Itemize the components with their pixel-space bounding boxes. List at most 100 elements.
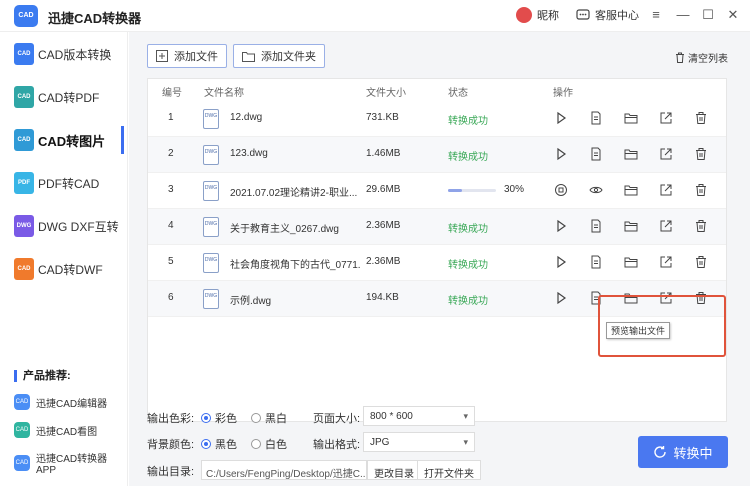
- external-link-icon[interactable]: [658, 147, 674, 163]
- color-radio-color[interactable]: 彩色: [201, 410, 237, 426]
- row-num: 6: [168, 292, 174, 303]
- refresh-icon: [654, 446, 667, 458]
- close-icon[interactable]: ✕: [724, 6, 742, 24]
- play-icon[interactable]: [553, 147, 569, 163]
- open-folder-button[interactable]: 打开文件夹: [417, 460, 481, 480]
- recommend-title: 产品推荐:: [14, 370, 71, 382]
- header-ops: 操作: [553, 88, 573, 99]
- document-icon[interactable]: [588, 255, 604, 271]
- output-dir-input[interactable]: C:/Users/FengPing/Desktop/迅捷C...: [201, 460, 367, 480]
- recommend-cad-viewer[interactable]: CAD 迅捷CAD看图: [14, 422, 97, 438]
- open-folder-icon[interactable]: [623, 183, 639, 199]
- recommend-cad-app[interactable]: CAD 迅捷CAD转换器APP: [14, 450, 127, 476]
- play-icon[interactable]: [553, 219, 569, 235]
- row-status: 转换成功: [448, 152, 488, 163]
- convert-button[interactable]: 转换中: [638, 436, 728, 468]
- customer-service-button[interactable]: 客服中心: [576, 7, 639, 23]
- pdf-to-cad-icon: PDF: [14, 172, 34, 194]
- cad-version-icon: CAD: [14, 43, 34, 65]
- dwg-dxf-icon: DWG: [14, 215, 34, 237]
- row-status: 转换成功: [448, 260, 488, 271]
- minimize-icon[interactable]: —: [674, 6, 692, 24]
- dwg-file-icon: DWG: [203, 109, 219, 129]
- add-file-button[interactable]: 添加文件: [147, 44, 227, 68]
- app-title: 迅捷CAD转换器: [48, 11, 142, 26]
- avatar-icon: [516, 7, 532, 23]
- sidebar-item-cad-version[interactable]: CAD CAD版本转换: [0, 34, 128, 74]
- recommend-cad-editor[interactable]: CAD 迅捷CAD编辑器: [14, 394, 107, 410]
- external-link-icon[interactable]: [658, 219, 674, 235]
- open-folder-icon[interactable]: [623, 219, 639, 235]
- color-radio-bw[interactable]: 黑白: [251, 410, 287, 426]
- document-icon[interactable]: [588, 219, 604, 235]
- radio-dot: [251, 439, 261, 449]
- output-dir-label: 输出目录:: [147, 466, 195, 478]
- delete-icon[interactable]: [693, 183, 709, 199]
- menu-icon[interactable]: ≡: [647, 6, 665, 24]
- dwg-file-icon: DWG: [203, 217, 219, 237]
- external-link-icon[interactable]: [658, 183, 674, 199]
- delete-icon[interactable]: [693, 219, 709, 235]
- external-link-icon[interactable]: [658, 111, 674, 127]
- clear-list-button[interactable]: 清空列表: [675, 50, 728, 65]
- change-dir-button[interactable]: 更改目录: [367, 460, 421, 480]
- play-icon[interactable]: [553, 291, 569, 307]
- row-filename: 12.dwg: [230, 112, 263, 123]
- header-num: 编号: [162, 88, 182, 99]
- sidebar-item-cad-to-dwf[interactable]: CAD CAD转DWF: [0, 249, 128, 289]
- external-link-icon[interactable]: [658, 255, 674, 271]
- bg-radio-white[interactable]: 白色: [251, 436, 287, 452]
- add-folder-button[interactable]: 添加文件夹: [233, 44, 325, 68]
- delete-icon[interactable]: [693, 255, 709, 271]
- sidebar-item-cad-to-pdf[interactable]: CAD CAD转PDF: [0, 77, 128, 117]
- radio-dot: [201, 439, 211, 449]
- row-filename: 关于教育主义_0267.dwg: [230, 224, 339, 235]
- add-file-label: 添加文件: [174, 51, 218, 63]
- open-folder-icon[interactable]: [623, 255, 639, 271]
- open-folder-icon[interactable]: [623, 147, 639, 163]
- cad-to-pdf-icon: CAD: [14, 86, 34, 108]
- delete-icon[interactable]: [693, 111, 709, 127]
- radio-dot: [251, 413, 261, 423]
- row-num: 3: [168, 184, 174, 195]
- user-account[interactable]: 昵称: [516, 7, 559, 23]
- play-icon[interactable]: [553, 111, 569, 127]
- document-icon[interactable]: [588, 147, 604, 163]
- maximize-icon[interactable]: ☐: [699, 6, 717, 24]
- row-num: 2: [168, 148, 174, 159]
- open-folder-icon[interactable]: [623, 111, 639, 127]
- header-name: 文件名称: [204, 88, 244, 99]
- eye-icon[interactable]: [588, 183, 604, 199]
- preview-tooltip: 预览输出文件: [606, 322, 671, 339]
- dwg-file-icon: DWG: [203, 145, 219, 165]
- row-filename: 社会角度视角下的古代_0771...: [230, 260, 360, 271]
- sidebar-item-dwg-dxf[interactable]: DWG DWG DXF互转: [0, 206, 128, 246]
- radio-label: 白色: [265, 439, 287, 451]
- stop-icon[interactable]: [553, 183, 569, 199]
- row-status: 转换成功: [448, 296, 488, 307]
- cad-to-dwf-icon: CAD: [14, 258, 34, 280]
- recommend-label: 迅捷CAD看图: [36, 426, 98, 438]
- row-filename: 2021.07.02理论精讲2-职业...: [230, 188, 358, 199]
- row-filesize: 194.KB: [366, 292, 399, 303]
- sidebar-item-label: CAD版本转换: [38, 47, 112, 62]
- recommend-label: 迅捷CAD编辑器: [36, 398, 108, 410]
- bg-radio-black[interactable]: 黑色: [201, 436, 237, 452]
- play-icon[interactable]: [553, 255, 569, 271]
- sidebar-item-pdf-to-cad[interactable]: PDF PDF转CAD: [0, 163, 128, 203]
- sidebar: CAD CAD版本转换 CAD CAD转PDF CAD CAD转图片 PDF P…: [0, 32, 128, 486]
- format-select[interactable]: JPG ▾: [363, 432, 475, 452]
- sidebar-item-cad-to-image[interactable]: CAD CAD转图片: [0, 120, 128, 160]
- page-size-label: 页面大小:: [313, 413, 361, 425]
- sidebar-item-label: CAD转DWF: [38, 262, 103, 277]
- add-folder-label: 添加文件夹: [261, 51, 316, 63]
- page-size-select[interactable]: 800 * 600 ▾: [363, 406, 475, 426]
- radio-label: 黑白: [265, 413, 287, 425]
- sidebar-item-label: DWG DXF互转: [38, 219, 119, 234]
- chevron-down-icon: ▾: [463, 437, 468, 447]
- delete-icon[interactable]: [693, 147, 709, 163]
- row-status: 转换成功: [448, 224, 488, 235]
- table-row: 2 DWG 123.dwg 1.46MB 转换成功: [148, 137, 726, 173]
- document-icon[interactable]: [588, 111, 604, 127]
- format-label: 输出格式:: [313, 439, 361, 451]
